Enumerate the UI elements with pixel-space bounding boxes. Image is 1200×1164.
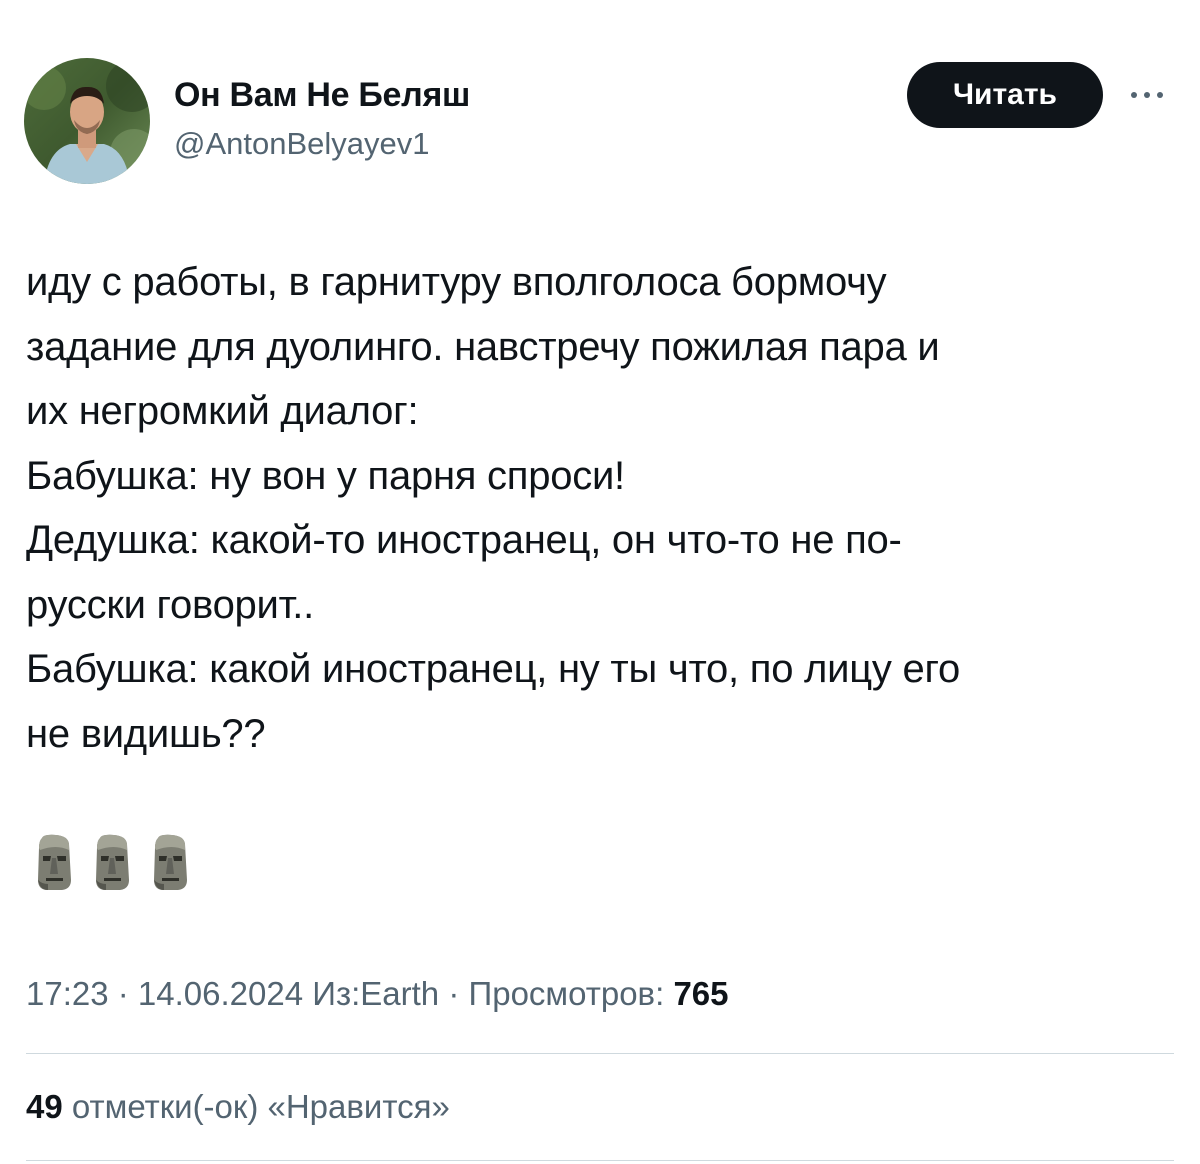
likes-count[interactable]: 49 — [26, 1088, 63, 1125]
meta-separator: · — [108, 975, 138, 1012]
tweet-time[interactable]: 17:23 — [26, 975, 109, 1012]
tweet-line: Бабушка: какой иностранец, ну ты что, по… — [26, 647, 960, 691]
tweet-source: Из:Earth — [312, 975, 440, 1012]
tweet-date[interactable]: 14.06.2024 — [138, 975, 303, 1012]
tweet-line: задание для дуолинго. навстречу пожилая … — [26, 324, 940, 369]
tweet-line: Дедушка: какой-то иностранец, он что-то … — [26, 518, 902, 562]
tweet-text: иду с работы, в гарнитуру вполголоса бор… — [26, 250, 1176, 766]
views-label: Просмотров: — [468, 975, 665, 1012]
views-count: 765 — [673, 975, 729, 1012]
tweet-line: Бабушка: ну вон у парня спроси! — [26, 453, 625, 498]
ellipsis-icon[interactable] — [1125, 78, 1169, 112]
author-display-name[interactable]: Он Вам Не Беляш — [174, 76, 470, 115]
divider — [26, 1160, 1174, 1161]
author-handle[interactable]: @AntonBelyayev1 — [174, 126, 430, 162]
tweet-line: иду с работы, в гарнитуру вполголоса бор… — [26, 260, 887, 304]
tweet-line: русски говорит.. — [26, 582, 315, 627]
likes-summary[interactable]: 49 отметки(-ок) «Нравится» — [26, 1088, 450, 1126]
emoji-row — [34, 834, 190, 892]
likes-label[interactable]: отметки(-ок) «Нравится» — [72, 1088, 450, 1125]
moai-emoji-icon — [92, 834, 132, 892]
tweet-meta: 17:23 · 14.06.2024 Из:Earth · Просмотров… — [26, 975, 729, 1013]
tweet-line: их негромкий диалог: — [26, 389, 419, 433]
meta-separator: · — [439, 975, 469, 1012]
tweet-line: не видишь?? — [26, 711, 266, 756]
divider — [26, 1053, 1174, 1054]
moai-emoji-icon — [150, 834, 190, 892]
follow-button[interactable]: Читать — [907, 62, 1103, 128]
avatar[interactable] — [24, 58, 150, 184]
moai-emoji-icon — [34, 834, 74, 892]
